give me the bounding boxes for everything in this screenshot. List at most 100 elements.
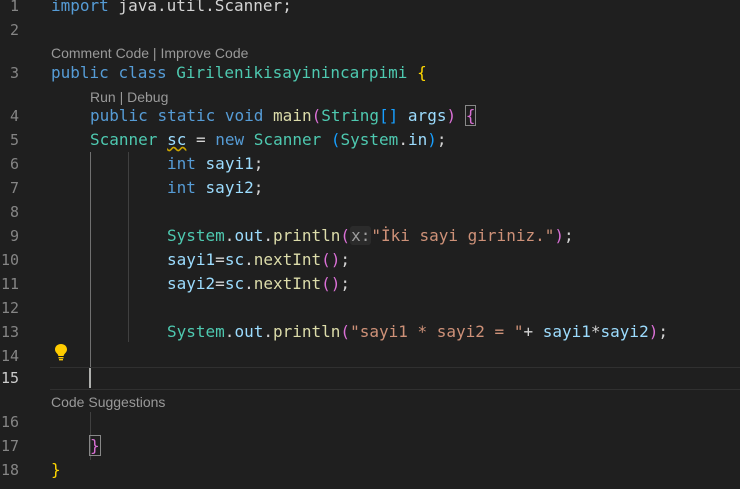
semicolon: ; — [436, 130, 447, 149]
dot: . — [263, 322, 273, 341]
code-text[interactable]: public static void main(String[] args) { — [90, 104, 477, 128]
keyword: void — [224, 106, 264, 125]
code-line-15[interactable]: 15 — [0, 366, 740, 390]
line-number: 13 — [0, 323, 19, 341]
method-name: nextInt — [253, 250, 322, 269]
keyword: int — [167, 178, 196, 197]
code-line-3[interactable]: 3 public class Girilenikisayinincarpimi … — [0, 61, 740, 85]
comment-code-link[interactable]: Comment Code — [51, 45, 149, 61]
keyword: class — [118, 63, 167, 82]
line-number: 3 — [9, 64, 19, 82]
close-paren: ) — [648, 322, 659, 341]
debug-link[interactable]: Debug — [127, 89, 168, 105]
code-line-14[interactable]: 14 — [0, 344, 740, 368]
code-text[interactable]: Scanner sc = new Scanner (System.in); — [90, 128, 447, 152]
dot: . — [244, 250, 254, 269]
line-number: 5 — [9, 131, 19, 149]
type-name: String — [321, 106, 380, 125]
code-text[interactable]: } — [89, 434, 101, 458]
code-text[interactable]: } — [51, 458, 61, 482]
assign-operator: = — [215, 274, 225, 293]
field-name: out — [234, 226, 264, 245]
field-name: out — [234, 322, 264, 341]
lightbulb-icon[interactable] — [53, 343, 69, 361]
string-literal: "sayi1 * sayi2 = " — [350, 322, 524, 341]
type-name: Scanner — [253, 130, 322, 149]
code-text[interactable]: System.out.println(x:"İki sayi giriniz."… — [167, 224, 574, 248]
close-paren: ) — [427, 130, 437, 149]
parens: () — [321, 274, 341, 293]
code-text[interactable]: int sayi2; — [167, 176, 263, 200]
run-link[interactable]: Run — [90, 89, 116, 105]
code-line-4[interactable]: 4 public static void main(String[] args)… — [0, 104, 740, 128]
parens: () — [321, 250, 341, 269]
keyword: public — [51, 63, 109, 82]
code-line-5[interactable]: 5 Scanner sc = new Scanner (System.in); — [0, 128, 740, 152]
variable: sayi1 — [542, 322, 591, 341]
keyword: static — [157, 106, 216, 125]
variable: sayi2 — [600, 322, 649, 341]
code-line-10[interactable]: 10 sayi1=sc.nextInt(); — [0, 248, 740, 272]
code-line-18[interactable]: 18 } — [0, 458, 740, 482]
type-name: System — [167, 226, 225, 245]
open-brace-matched: { — [464, 105, 477, 126]
line-number: 15 — [0, 369, 19, 387]
open-paren: ( — [311, 106, 322, 125]
semicolon: ; — [253, 178, 264, 197]
code-line-13[interactable]: 13 System.out.println("sayi1 * sayi2 = "… — [0, 320, 740, 344]
code-editor[interactable]: 1 import java.util.Scanner; 2 Comment Co… — [0, 0, 740, 489]
dot: . — [263, 226, 273, 245]
close-paren: ) — [446, 106, 457, 125]
class-name: Girilenikisayinincarpimi — [176, 63, 408, 82]
keyword-import: import — [51, 0, 109, 15]
code-line-6[interactable]: 6 int sayi1; — [0, 152, 740, 176]
code-text[interactable]: System.out.println("sayi1 * sayi2 = "+ s… — [167, 320, 668, 344]
code-line-17[interactable]: 17 } — [0, 434, 740, 458]
code-line-12[interactable]: 12 — [0, 296, 740, 320]
method-name: println — [272, 322, 341, 341]
code-line-16[interactable]: 16 — [0, 410, 740, 434]
code-line-7[interactable]: 7 int sayi2; — [0, 176, 740, 200]
open-paren: ( — [340, 322, 351, 341]
dot: . — [224, 322, 235, 341]
line-number: 16 — [0, 413, 19, 431]
method-name: println — [272, 226, 341, 245]
close-paren: ) — [554, 226, 564, 245]
string-literal: "İki sayi giriniz." — [371, 226, 555, 245]
line-number: 10 — [0, 251, 19, 269]
line-number: 8 — [9, 203, 19, 221]
improve-code-link[interactable]: Improve Code — [160, 45, 248, 61]
semicolon: ; — [564, 226, 574, 245]
code-text[interactable]: import java.util.Scanner; — [51, 0, 292, 18]
variable: sayi2 — [167, 274, 216, 293]
variable-warning[interactable]: sc — [167, 130, 186, 149]
code-text[interactable]: sayi2=sc.nextInt(); — [167, 272, 350, 296]
code-line-11[interactable]: 11 sayi2=sc.nextInt(); — [0, 272, 740, 296]
semicolon: ; — [340, 274, 351, 293]
line-number: 9 — [9, 227, 19, 245]
close-brace: } — [51, 460, 61, 479]
code-line-2[interactable]: 2 — [0, 18, 740, 42]
code-text[interactable]: sayi1=sc.nextInt(); — [167, 248, 350, 272]
code-line-9[interactable]: 9 System.out.println(x:"İki sayi giriniz… — [0, 224, 740, 248]
line-number: 4 — [9, 107, 19, 125]
code-text[interactable]: int sayi1; — [167, 152, 263, 176]
line-number: 14 — [0, 347, 19, 365]
variable: sayi2 — [205, 178, 254, 197]
method-name: main — [273, 106, 312, 125]
code-line-8[interactable]: 8 — [0, 200, 740, 224]
semicolon: ; — [253, 154, 264, 173]
line-number: 17 — [0, 437, 19, 455]
open-paren: ( — [330, 130, 341, 149]
code-line-1[interactable]: 1 import java.util.Scanner; — [0, 0, 740, 18]
semicolon: ; — [340, 250, 351, 269]
code-text[interactable]: public class Girilenikisayinincarpimi { — [51, 61, 427, 85]
code-suggestions-link[interactable]: Code Suggestions — [51, 392, 165, 412]
plus-operator: + — [523, 322, 543, 341]
